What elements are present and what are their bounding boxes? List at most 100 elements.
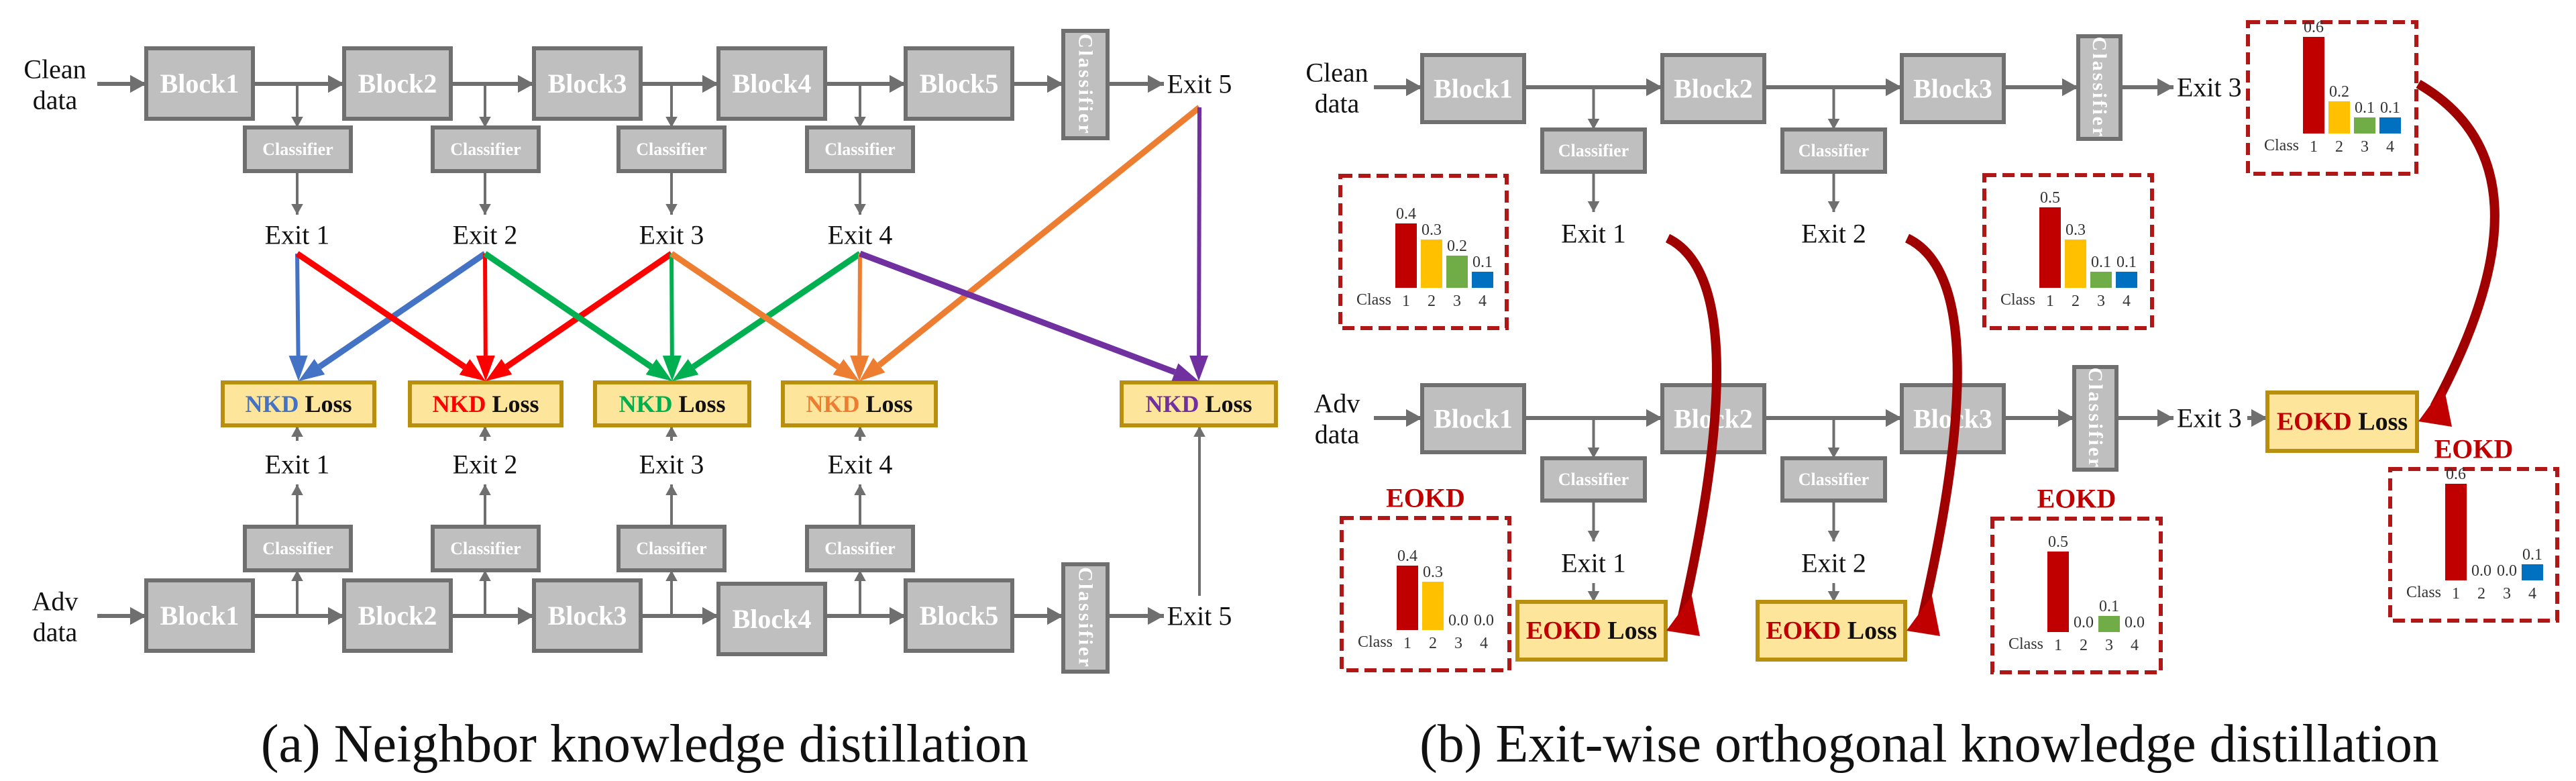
loss-label: NKD Loss bbox=[1145, 390, 1252, 417]
loss-label: EOKD Loss bbox=[2277, 408, 2408, 436]
classifier-2: Classifier bbox=[431, 125, 541, 173]
block-label: Classifier bbox=[450, 140, 521, 159]
input-label-line: data bbox=[33, 85, 78, 115]
class-tick: 4 bbox=[2386, 138, 2394, 156]
input-label-line: data bbox=[33, 617, 78, 647]
nkd-arrow-exit4-to-loss4 bbox=[850, 253, 869, 381]
final-classifier: Classifier bbox=[2076, 34, 2123, 141]
connection-line bbox=[483, 253, 488, 356]
bar-value-label: 0.0 bbox=[1474, 612, 1494, 629]
bar-class-1 bbox=[2039, 207, 2061, 288]
arrow-head bbox=[1827, 201, 1840, 212]
class-tick: 2 bbox=[2335, 138, 2343, 156]
loss-prefix: NKD bbox=[619, 390, 678, 417]
bar-value-label: 0.3 bbox=[1423, 564, 1443, 581]
block-2: Block2 bbox=[1660, 53, 1766, 124]
class-axis-label: Class bbox=[1356, 291, 1391, 309]
class-tick: 1 bbox=[2046, 293, 2054, 310]
connection-line bbox=[317, 251, 487, 370]
loss-label: NKD Loss bbox=[432, 390, 539, 417]
loss-prefix: EOKD bbox=[1766, 617, 1847, 645]
arrow-head bbox=[291, 484, 303, 495]
final-arrow bbox=[1108, 74, 1164, 93]
classifier-out-arrow bbox=[1587, 501, 1600, 541]
class-tick: 2 bbox=[2080, 637, 2088, 654]
connection-line bbox=[295, 253, 301, 356]
figure: CleandataBlock1 Block2 Block3 Block4 Block5 C… bbox=[23, 19, 2559, 774]
loss-label: EOKD Loss bbox=[1526, 617, 1657, 645]
arrow-head bbox=[2157, 78, 2174, 97]
exit-to-loss-arrow bbox=[1587, 583, 1600, 602]
arrow-head bbox=[1886, 409, 1902, 427]
eokd-title: EOKD bbox=[1386, 483, 1465, 513]
branch-arrow bbox=[479, 84, 491, 127]
block-label: Block2 bbox=[358, 601, 437, 631]
final-arrow bbox=[1108, 607, 1164, 625]
branch-arrow bbox=[1587, 87, 1600, 129]
bar-value-label: 0.6 bbox=[2304, 19, 2324, 36]
bar-class-2 bbox=[1421, 240, 1442, 288]
nkd-loss-box-2: NKD Loss bbox=[408, 380, 564, 427]
adv-branch-a: Advdata Block1 Block2 Block3 Block4 Block5 Cla… bbox=[32, 426, 1232, 674]
block-1: Block1 bbox=[1420, 53, 1526, 124]
bar-value-label: 0.0 bbox=[2497, 562, 2517, 580]
final-classifier: Classifier bbox=[1061, 29, 1110, 140]
bar-value-label: 0.6 bbox=[2446, 466, 2466, 483]
exit-5-to-loss-arrow bbox=[1193, 426, 1205, 596]
arrow-head bbox=[518, 607, 534, 625]
curve-shaft bbox=[2416, 79, 2500, 409]
exit-3-label: Exit 3 bbox=[639, 450, 704, 480]
class-tick: 2 bbox=[2477, 585, 2485, 603]
input-label-line: data bbox=[1315, 89, 1360, 119]
class-tick: 2 bbox=[1429, 635, 1437, 652]
class-tick: 4 bbox=[1480, 635, 1488, 652]
input-arrow bbox=[1374, 409, 1422, 427]
block-label: Block5 bbox=[920, 601, 999, 631]
nkd-arrow-exit2-to-loss2 bbox=[476, 253, 495, 381]
loss-prefix: NKD bbox=[806, 390, 865, 417]
classifier-out-arrow bbox=[665, 484, 678, 527]
classifier-1: Classifier bbox=[243, 125, 353, 173]
class-tick: 4 bbox=[2123, 293, 2131, 310]
arrow-head bbox=[1406, 78, 1422, 97]
loss-suffix: Loss bbox=[1607, 617, 1657, 645]
class-axis-label: Class bbox=[2264, 137, 2299, 154]
bar-class-3 bbox=[1446, 256, 1468, 288]
adv-data-label: Advdata bbox=[32, 586, 78, 647]
adv-data-label: Advdata bbox=[1314, 388, 1360, 450]
exit-3-label: Exit 3 bbox=[2177, 403, 2242, 433]
bar-value-label: 0.1 bbox=[2380, 99, 2400, 117]
block-label: Block1 bbox=[160, 601, 239, 631]
block-label: Classifier bbox=[824, 140, 895, 159]
class-tick: 1 bbox=[1403, 635, 1411, 652]
bar-value-label: 0.1 bbox=[2091, 254, 2111, 271]
bar-class-4 bbox=[1472, 272, 1493, 288]
block-1: Block1 bbox=[1420, 383, 1526, 454]
input-arrow bbox=[97, 74, 146, 93]
exit-2-label: Exit 2 bbox=[1801, 219, 1866, 249]
input-label-line: Clean bbox=[23, 54, 86, 85]
flow-arrow bbox=[1012, 74, 1063, 93]
block-label: Classifier bbox=[1799, 470, 1869, 489]
caption-b: (b) Exit-wise orthogonal knowledge disti… bbox=[1419, 715, 2439, 774]
branch-arrow bbox=[1827, 87, 1840, 129]
exit-4-label: Exit 4 bbox=[828, 220, 893, 250]
exit-5-label: Exit 5 bbox=[1167, 601, 1232, 631]
eokd-distribution-1: EOKD Class 0.4 1 0.3 2 0.0 3 0.0 4 bbox=[1340, 483, 1511, 672]
loss-label: EOKD Loss bbox=[1766, 617, 1896, 645]
loss-prefix: EOKD bbox=[1526, 617, 1607, 645]
class-tick: 3 bbox=[2503, 585, 2511, 603]
connection-line bbox=[483, 251, 653, 370]
branch-arrow bbox=[665, 84, 678, 127]
input-arrow bbox=[97, 607, 146, 625]
arrow-head bbox=[2251, 409, 2267, 427]
classifier-out-arrow bbox=[665, 171, 678, 215]
curve-exit3 bbox=[2416, 79, 2500, 427]
arrow-head bbox=[130, 74, 146, 93]
nkd-loss-box-3: NKD Loss bbox=[593, 380, 751, 427]
block-3: Block3 bbox=[1900, 53, 2006, 124]
block-label: Classifier bbox=[1558, 470, 1629, 489]
loss-prefix: EOKD bbox=[2277, 408, 2358, 436]
exit-3-label: Exit 3 bbox=[2177, 72, 2242, 103]
class-tick: 3 bbox=[1454, 635, 1462, 652]
